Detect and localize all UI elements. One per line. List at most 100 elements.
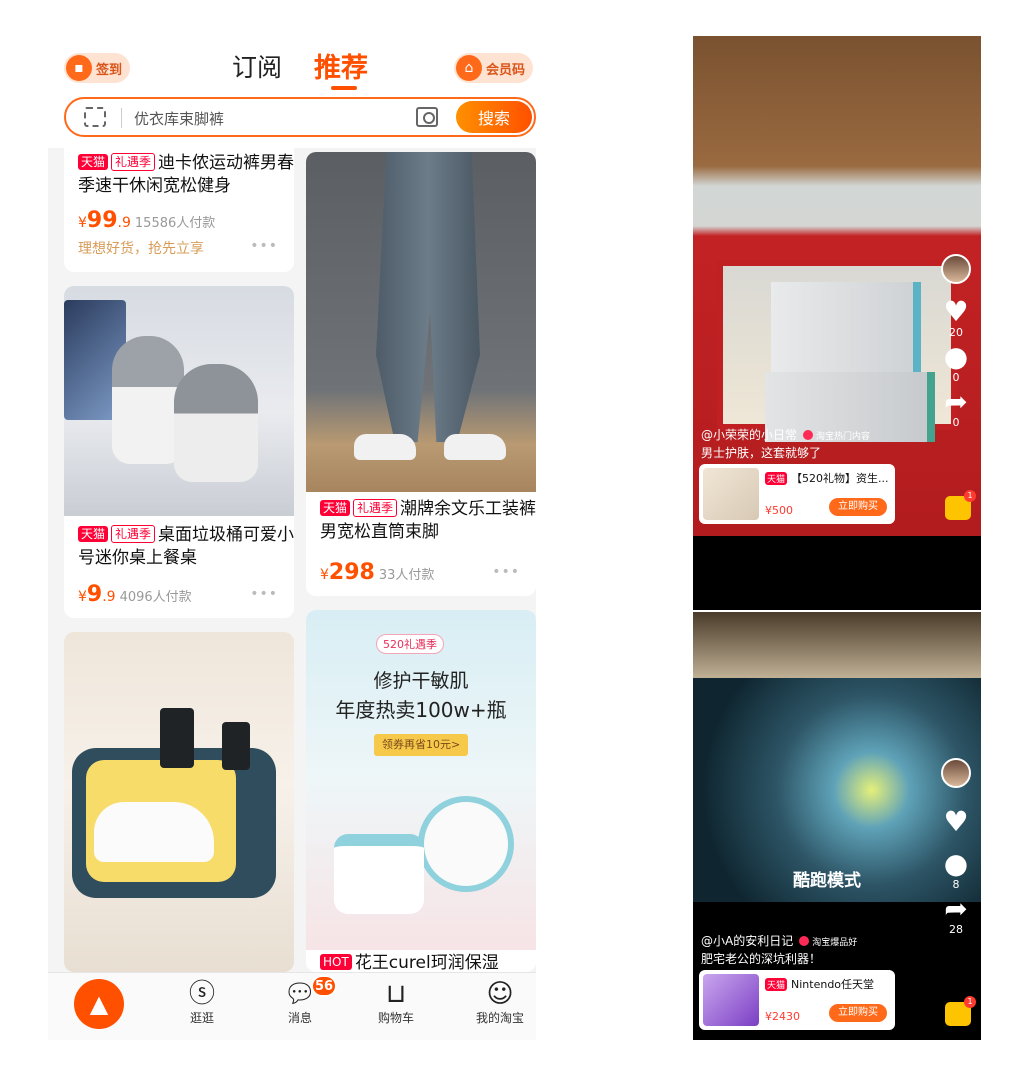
price-symbol: ¥ (78, 589, 87, 605)
stroll-icon: ⓢ (188, 979, 215, 1009)
nav-cart[interactable]: ⊔ 购物车 (356, 979, 436, 1026)
share-icon[interactable]: ➦ (941, 895, 971, 923)
product-image-trashbin (64, 286, 294, 516)
video-feed-2[interactable]: 酷跑模式 ♥ ● 8 ➦ 28 @小A的安利日记 淘宝爆品好 肥宅老公的深坑利器！… (693, 612, 981, 1040)
price-int: 298 (328, 560, 375, 585)
nav-stroll[interactable]: ⓢ 逛逛 (162, 979, 242, 1026)
share-icon[interactable]: ➦ (941, 388, 971, 416)
video2-product-card[interactable]: 天猫 Nintendo任天堂 ¥2430 立即购买 (699, 970, 895, 1030)
comment-icon[interactable]: ● (941, 850, 971, 878)
comment-icon[interactable]: ● (941, 343, 971, 371)
camera-icon[interactable] (416, 107, 438, 127)
tmall-tag: 天猫 (765, 978, 788, 991)
ad-coupon[interactable]: 领券再省10元> (374, 734, 469, 756)
member-code-button[interactable]: ⌂ 会员码 (454, 53, 534, 83)
bottom-nav: ▲ ⓢ 逛逛 💬︎ 消息 56 ⊔ 购物车 ☺ 我的淘宝 (48, 972, 536, 1040)
video1-bottom (693, 536, 981, 610)
promo-tag: 礼遇季 (353, 499, 398, 517)
price-int: 9 (86, 582, 103, 607)
bin-shape-right (174, 364, 258, 482)
product-price: ¥2430 (765, 1010, 800, 1023)
tmall-tag: 天猫 (78, 154, 109, 170)
product-card-trashbin[interactable]: 天猫 礼遇季 桌面垃圾桶可爱小号迷你桌上餐桌 ¥9.9 4096人付款 ••• (64, 286, 294, 618)
nav-message-label: 消息 (287, 1011, 312, 1025)
product-title-text: Nintendo任天堂 (791, 978, 875, 991)
search-button[interactable]: 搜索 (456, 101, 532, 133)
tmall-tag: 天猫 (78, 526, 109, 542)
product-thumb (703, 974, 759, 1026)
profile-icon: ☺ (486, 979, 514, 1009)
product-title: 天猫 【520礼物】资生... (765, 470, 889, 486)
product-image-tissuebox (64, 632, 294, 972)
author-avatar[interactable] (941, 254, 971, 284)
promo-tag: 礼遇季 (111, 153, 156, 171)
hot-tag: HOT (320, 954, 352, 970)
product-title-text: 【520礼物】资生... (791, 472, 889, 485)
product-title: HOT 花王curel珂润保湿 (320, 952, 536, 972)
price-decimal: .9 (117, 215, 131, 231)
product-title-text: 花王curel珂润保湿 (354, 953, 499, 972)
remote-shape (160, 708, 194, 768)
buy-now-button[interactable]: 立即购买 (829, 1004, 887, 1022)
search-input[interactable]: 优衣库束脚裤 (134, 108, 224, 129)
tab-recommend[interactable]: 推荐 (314, 46, 368, 85)
buy-now-button[interactable]: 立即购买 (829, 498, 887, 516)
author-avatar[interactable] (941, 758, 971, 788)
video2-author[interactable]: @小A的安利日记 淘宝爆品好 (701, 932, 857, 949)
product-card-curel[interactable]: 520礼遇季 修护干敏肌 年度热卖100w+瓶 领券再省10元> HOT 花王cu… (306, 610, 536, 972)
top-bar: ▪ 签到 订阅 推荐 ⌂ 会员码 优衣库束脚裤 搜索 (48, 36, 536, 148)
card-slogan: 理想好货，抢先立享 (78, 241, 204, 257)
signin-label: 签到 (96, 62, 123, 78)
scan-icon[interactable] (84, 107, 106, 127)
author-name: @小荣荣的小日常 (701, 428, 798, 442)
shopping-bag-icon[interactable] (945, 490, 976, 520)
video1-author[interactable]: @小荣荣的小日常 淘宝热门内容 (701, 426, 870, 443)
product-title: 天猫 Nintendo任天堂 (765, 976, 874, 992)
paid-count: 15586人付款 (134, 216, 216, 231)
search-bar: 优衣库束脚裤 搜索 (64, 97, 536, 137)
shopping-bag-icon[interactable] (945, 996, 976, 1026)
signin-button[interactable]: ▪ 签到 (64, 53, 131, 83)
price-symbol: ¥ (320, 567, 329, 583)
ad-badge: 520礼遇季 (376, 634, 444, 654)
pants-shape (376, 152, 480, 442)
price-symbol: ¥ (78, 215, 87, 231)
taobao-home-screen: 天猫 礼遇季 迪卡侬运动裤男春季速干休闲宽松健身 ¥99.9 15586人付款 理想好… (48, 36, 536, 1040)
product-price: ¥99.9 15586人付款 (78, 208, 215, 233)
video2-side-actions: ♥ ● 8 ➦ 28 (941, 758, 971, 936)
product-card-pants[interactable]: 天猫 礼遇季 潮牌余文乐工装裤男宽松直筒束脚 ¥298 33人付款 ••• (306, 152, 536, 596)
product-price: ¥500 (765, 504, 793, 517)
more-icon[interactable]: ••• (492, 564, 520, 580)
author-name: @小A的安利日记 (701, 934, 794, 948)
nav-cart-label: 购物车 (377, 1011, 414, 1025)
product-title: 天猫 礼遇季 桌面垃圾桶可爱小号迷你桌上餐桌 (78, 524, 294, 570)
product-price: ¥9.9 4096人付款 (78, 582, 192, 607)
ad-line2: 年度热卖100w+瓶 (335, 698, 507, 722)
product-card-tissuebox[interactable] (64, 632, 294, 972)
more-icon[interactable]: ••• (250, 586, 278, 602)
more-icon[interactable]: ••• (250, 238, 278, 254)
hot-icon (803, 430, 814, 440)
ad-line1: 修护干敏肌 (373, 670, 469, 692)
product-price: ¥298 33人付款 (320, 560, 434, 585)
tmall-tag: 天猫 (320, 500, 351, 516)
home-rocket-icon[interactable]: ▲ (74, 979, 124, 1029)
product-image-curel-ad: 520礼遇季 修护干敏肌 年度热卖100w+瓶 领券再省10元> (306, 610, 536, 950)
product-thumb (703, 468, 759, 520)
like-icon[interactable]: ♥ (941, 808, 971, 836)
video2-overlay-text: 酷跑模式 (793, 871, 861, 891)
nav-profile[interactable]: ☺ 我的淘宝 (460, 979, 536, 1026)
message-badge: 56 (311, 975, 337, 997)
shoe-left (354, 434, 416, 460)
like-icon[interactable]: ♥ (941, 298, 971, 326)
tab-active-indicator (331, 86, 357, 90)
video-feed-1[interactable]: ♥ 20 ● 0 ➦ 0 @小荣荣的小日常 淘宝热门内容 男士护肤，这套就够了 天… (693, 36, 981, 610)
hot-label: 淘宝爆品好 (812, 938, 858, 948)
product-card-sportpants[interactable]: 天猫 礼遇季 迪卡侬运动裤男春季速干休闲宽松健身 ¥99.9 15586人付款 理想好… (64, 148, 294, 272)
product-title: 天猫 礼遇季 潮牌余文乐工装裤男宽松直筒束脚 (320, 498, 536, 544)
video1-product-card[interactable]: 天猫 【520礼物】资生... ¥500 立即购买 (699, 464, 895, 524)
cream-jar (418, 796, 514, 892)
tab-subscribe[interactable]: 订阅 (232, 48, 282, 84)
member-code-icon: ⌂ (456, 55, 482, 81)
paid-count: 4096人付款 (119, 590, 192, 605)
